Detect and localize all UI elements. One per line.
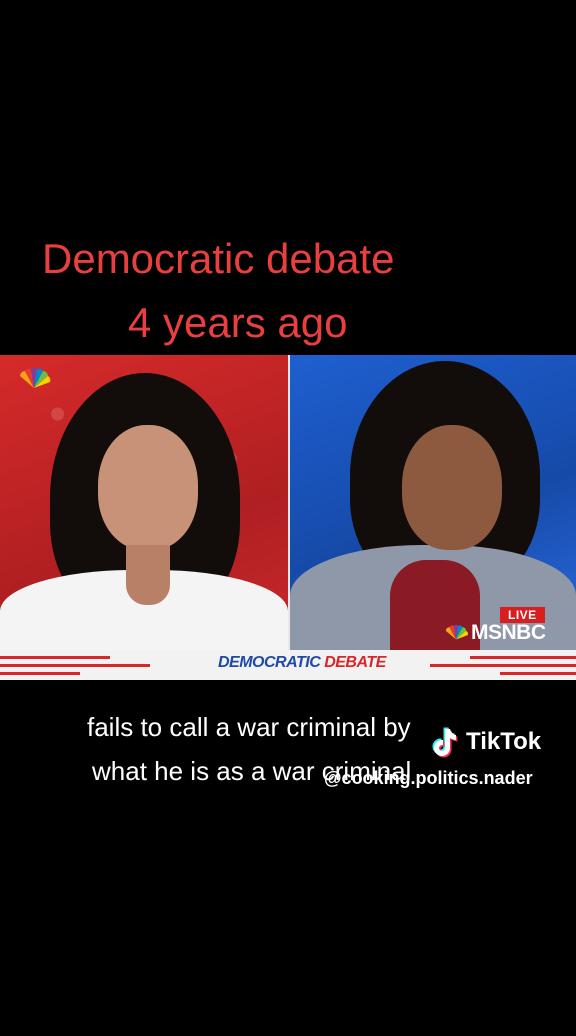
right-speaker-panel (290, 355, 576, 655)
debate-banner-title: DEMOCRATIC DEBATE (218, 654, 386, 672)
banner-text-democratic: DEMOCRATIC (218, 654, 325, 671)
left-speaker-neck (126, 545, 170, 605)
banner-text-debate: DEBATE (324, 654, 386, 671)
msnbc-label: MSNBC (471, 621, 546, 644)
msnbc-logo: MSNBC (443, 621, 546, 645)
tiktok-watermark: TikTok (426, 725, 541, 759)
tiktok-brand-label: TikTok (466, 728, 542, 755)
left-speaker-panel (0, 355, 288, 660)
debate-banner: DEMOCRATIC DEBATE (0, 650, 576, 680)
right-speaker-face (402, 425, 502, 550)
caption-line-2: 4 years ago (128, 299, 348, 346)
tiktok-note-icon (432, 727, 458, 758)
subtitle-line-1: fails to call a war criminal by (87, 712, 411, 742)
video-frame[interactable]: LIVE MSNBC DEMOCRATIC DEBATE (0, 355, 576, 680)
msnbc-peacock-icon (445, 625, 468, 640)
left-speaker-face (98, 425, 198, 550)
creator-handle[interactable]: @cooking.politics.nader (324, 768, 533, 789)
caption-line-1: Democratic debate (42, 235, 395, 282)
nbc-peacock-icon (20, 368, 51, 388)
